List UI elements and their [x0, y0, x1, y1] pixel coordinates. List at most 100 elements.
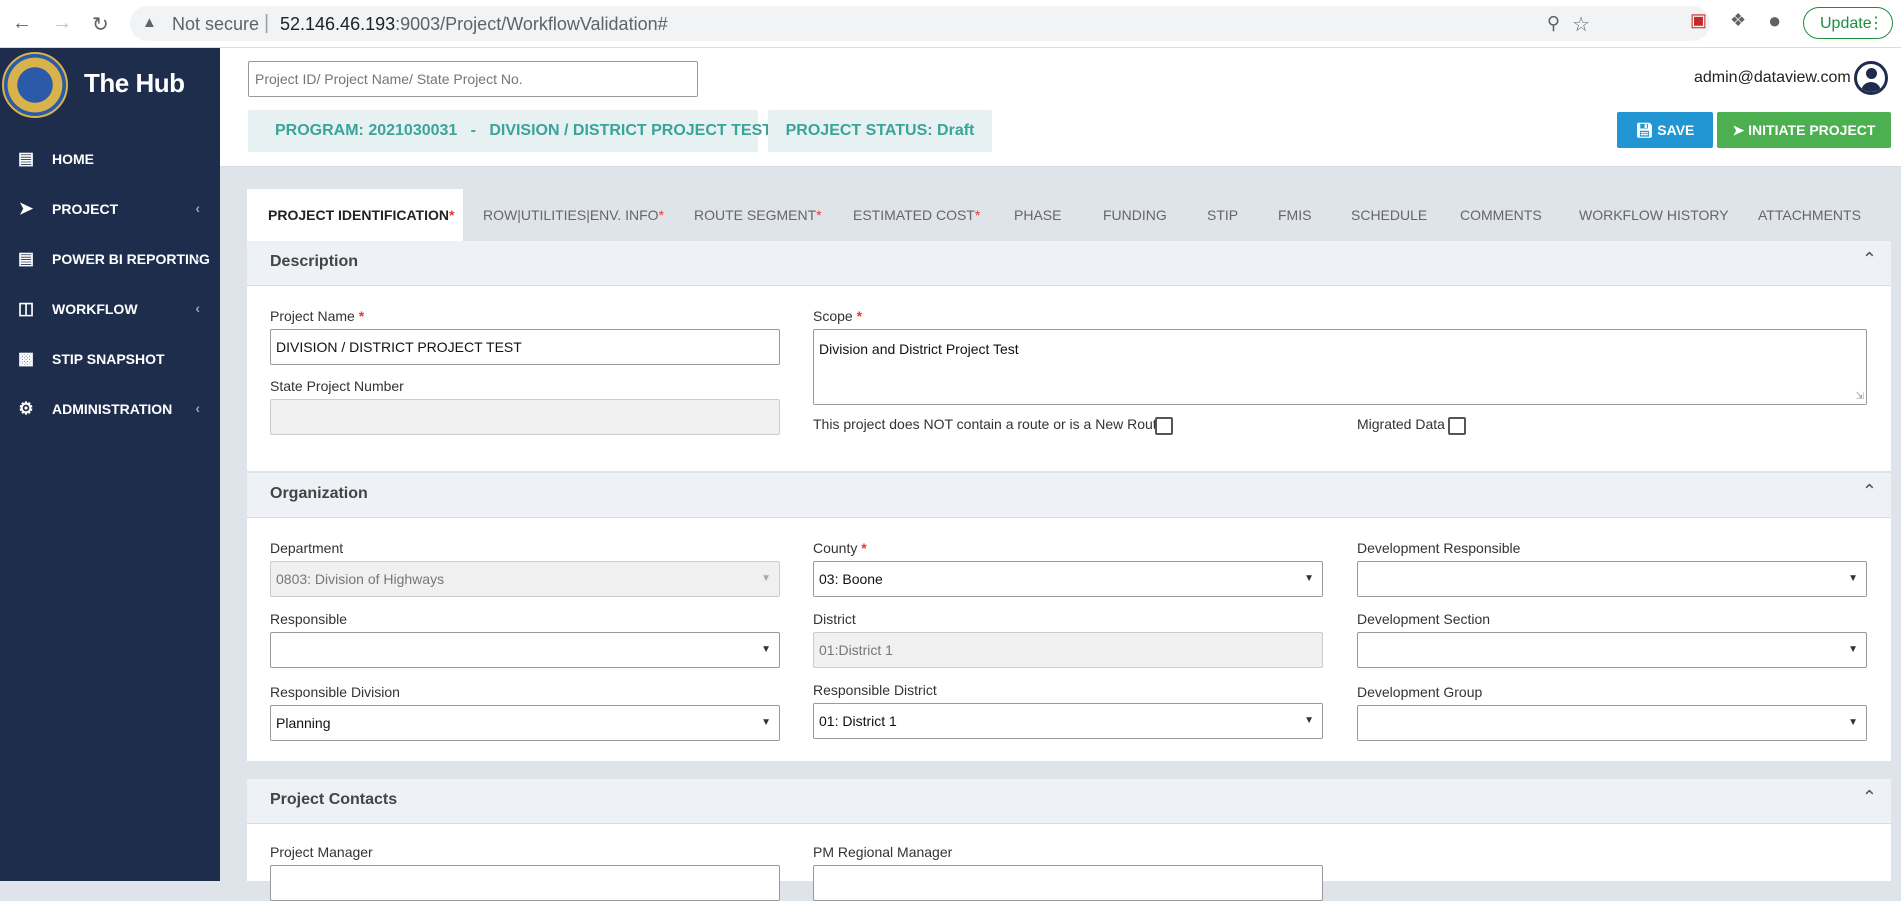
tab-label: PROJECT IDENTIFICATION: [268, 207, 449, 223]
profile-icon[interactable]: ●: [1768, 8, 1781, 34]
district-label: District: [813, 611, 856, 627]
project-search-input[interactable]: [248, 61, 698, 97]
responsible-division-label: Responsible Division: [270, 684, 400, 700]
dropdown-arrow-icon: ▼: [1848, 644, 1858, 655]
description-panel: Description ⌃ Project Name * DIVISION / …: [247, 241, 1891, 471]
save-label: SAVE: [1657, 122, 1695, 138]
dropdown-arrow-icon: ▼: [761, 717, 771, 728]
document-chart-icon: ▤: [17, 149, 35, 168]
dropdown-arrow-icon: ▼: [1848, 717, 1858, 728]
dropdown-arrow-icon: ▼: [761, 573, 771, 584]
tab-row-utilities-env-info[interactable]: ROW|UTILITIES|ENV. INFO*: [483, 189, 664, 241]
pm-regional-manager-select[interactable]: [813, 865, 1323, 901]
label-text: Project Name: [270, 308, 355, 324]
url-host: 52.146.46.193: [280, 14, 396, 34]
puzzle-extensions-icon[interactable]: ❖: [1730, 10, 1746, 31]
tab-fmis[interactable]: FMIS: [1278, 189, 1311, 241]
forward-arrow-icon[interactable]: →: [52, 12, 72, 35]
organization-panel: Organization ⌃ Department 0803: Division…: [247, 473, 1891, 761]
tab-phase[interactable]: PHASE: [1014, 189, 1061, 241]
migrated-data-checkbox[interactable]: [1448, 417, 1466, 435]
project-contacts-panel: Project Contacts ⌃ Project Manager PM Re…: [247, 779, 1891, 901]
dropdown-arrow-icon: ▼: [1304, 715, 1314, 726]
project-contacts-panel-header[interactable]: Project Contacts ⌃: [247, 779, 1891, 824]
tab-workflow-history[interactable]: WORKFLOW HISTORY: [1579, 189, 1729, 241]
responsible-district-select[interactable]: 01: District 1 ▼: [813, 703, 1323, 739]
label-text: Scope: [813, 308, 853, 324]
development-responsible-label: Development Responsible: [1357, 540, 1521, 556]
sidebar-item-label: PROJECT: [52, 201, 119, 217]
sidebar-item-power-bi-reporting[interactable]: ▤ POWER BI REPORTING ‹: [0, 234, 220, 284]
sidebar-item-workflow[interactable]: ◫ WORKFLOW ‹: [0, 284, 220, 334]
required-mark: *: [856, 308, 863, 324]
scope-label: Scope *: [813, 308, 862, 324]
save-button[interactable]: 💾︎ SAVE: [1617, 112, 1713, 148]
tab-schedule[interactable]: SCHEDULE: [1351, 189, 1427, 241]
tab-route-segment[interactable]: ROUTE SEGMENT*: [694, 189, 822, 241]
url-text[interactable]: 52.146.46.193:9003/Project/WorkflowValid…: [280, 14, 668, 35]
organization-panel-header[interactable]: Organization ⌃: [247, 473, 1891, 518]
sidebar-item-label: HOME: [52, 151, 94, 167]
chevron-up-icon[interactable]: ⌃: [1862, 481, 1877, 502]
responsible-district-label: Responsible District: [813, 682, 937, 698]
zoom-icon[interactable]: ⚲: [1547, 13, 1560, 34]
initiate-project-button[interactable]: ➤ INITIATE PROJECT: [1717, 112, 1891, 148]
development-section-label: Development Section: [1357, 611, 1491, 627]
update-button[interactable]: Update ⋮: [1803, 7, 1893, 39]
resize-grip-icon[interactable]: ⇲: [1856, 392, 1864, 402]
development-group-label: Development Group: [1357, 684, 1483, 700]
project-name-input[interactable]: DIVISION / DISTRICT PROJECT TEST: [270, 329, 780, 365]
tab-stip[interactable]: STIP: [1207, 189, 1238, 241]
save-icon: 💾︎: [1635, 122, 1654, 138]
address-bar[interactable]: ▲ Not secure | 52.146.46.193:9003/Projec…: [130, 6, 1710, 41]
development-group-select[interactable]: ▼: [1357, 705, 1867, 741]
development-section-select[interactable]: ▼: [1357, 632, 1867, 668]
sidebar-item-label: ADMINISTRATION: [52, 401, 173, 417]
sidebar-item-stip-snapshot[interactable]: ▩ STIP SNAPSHOT: [0, 334, 220, 384]
responsible-select[interactable]: ▼: [270, 632, 780, 668]
state-seal-logo: [2, 52, 68, 118]
reload-icon[interactable]: ↻: [92, 12, 109, 37]
more-menu-icon[interactable]: ⋮: [1868, 8, 1884, 40]
back-arrow-icon[interactable]: ←: [12, 12, 32, 35]
development-responsible-select[interactable]: ▼: [1357, 561, 1867, 597]
dropdown-arrow-icon: ▼: [1848, 573, 1858, 584]
department-label: Department: [270, 540, 344, 556]
sidebar-item-home[interactable]: ▤ HOME: [0, 134, 220, 184]
no-route-label: This project does NOT contain a route or…: [813, 416, 1165, 432]
county-select[interactable]: 03: Boone ▼: [813, 561, 1323, 597]
label-text: County: [813, 540, 858, 556]
scope-textarea[interactable]: Division and District Project Test ⇲: [813, 329, 1867, 405]
project-contacts-title: Project Contacts: [270, 791, 398, 808]
presentation-icon: ▩: [17, 349, 35, 368]
no-route-checkbox[interactable]: [1155, 417, 1173, 435]
project-name-label: Project Name *: [270, 308, 364, 324]
description-panel-header[interactable]: Description ⌃: [247, 241, 1891, 286]
tab-project-identification[interactable]: PROJECT IDENTIFICATION*: [247, 189, 463, 241]
chevron-up-icon[interactable]: ⌃: [1862, 249, 1877, 270]
user-avatar-icon[interactable]: [1854, 61, 1888, 95]
tab-attachments[interactable]: ATTACHMENTS: [1758, 189, 1861, 241]
migrated-data-label: Migrated Data: [1357, 416, 1445, 432]
project-manager-select[interactable]: [270, 865, 780, 901]
sidebar-item-label: POWER BI REPORTING: [52, 251, 210, 267]
sidebar-item-administration[interactable]: ⚙ ADMINISTRATION ‹: [0, 384, 220, 434]
tab-comments[interactable]: COMMENTS: [1460, 189, 1542, 241]
tab-funding[interactable]: FUNDING: [1103, 189, 1167, 241]
required-mark: *: [358, 308, 365, 324]
dropdown-arrow-icon: ▼: [1304, 573, 1314, 584]
responsible-label: Responsible: [270, 611, 348, 627]
responsible-division-select[interactable]: Planning ▼: [270, 705, 780, 741]
bookmark-star-icon[interactable]: ☆: [1572, 12, 1590, 37]
tab-estimated-cost[interactable]: ESTIMATED COST*: [853, 189, 980, 241]
sidebar-item-project[interactable]: ➤ PROJECT ‹: [0, 184, 220, 234]
required-mark: *: [658, 207, 665, 223]
extension-shield-icon[interactable]: ▣: [1690, 10, 1707, 31]
state-project-number-label: State Project Number: [270, 378, 404, 394]
url-path: :9003/Project/WorkflowValidation#: [395, 14, 668, 34]
initiate-label: INITIATE PROJECT: [1748, 122, 1876, 138]
tab-label: ESTIMATED COST: [853, 207, 975, 223]
chevron-up-icon[interactable]: ⌃: [1862, 787, 1877, 808]
warning-triangle-icon: ▲: [142, 14, 157, 31]
pm-regional-manager-label: PM Regional Manager: [813, 844, 953, 860]
